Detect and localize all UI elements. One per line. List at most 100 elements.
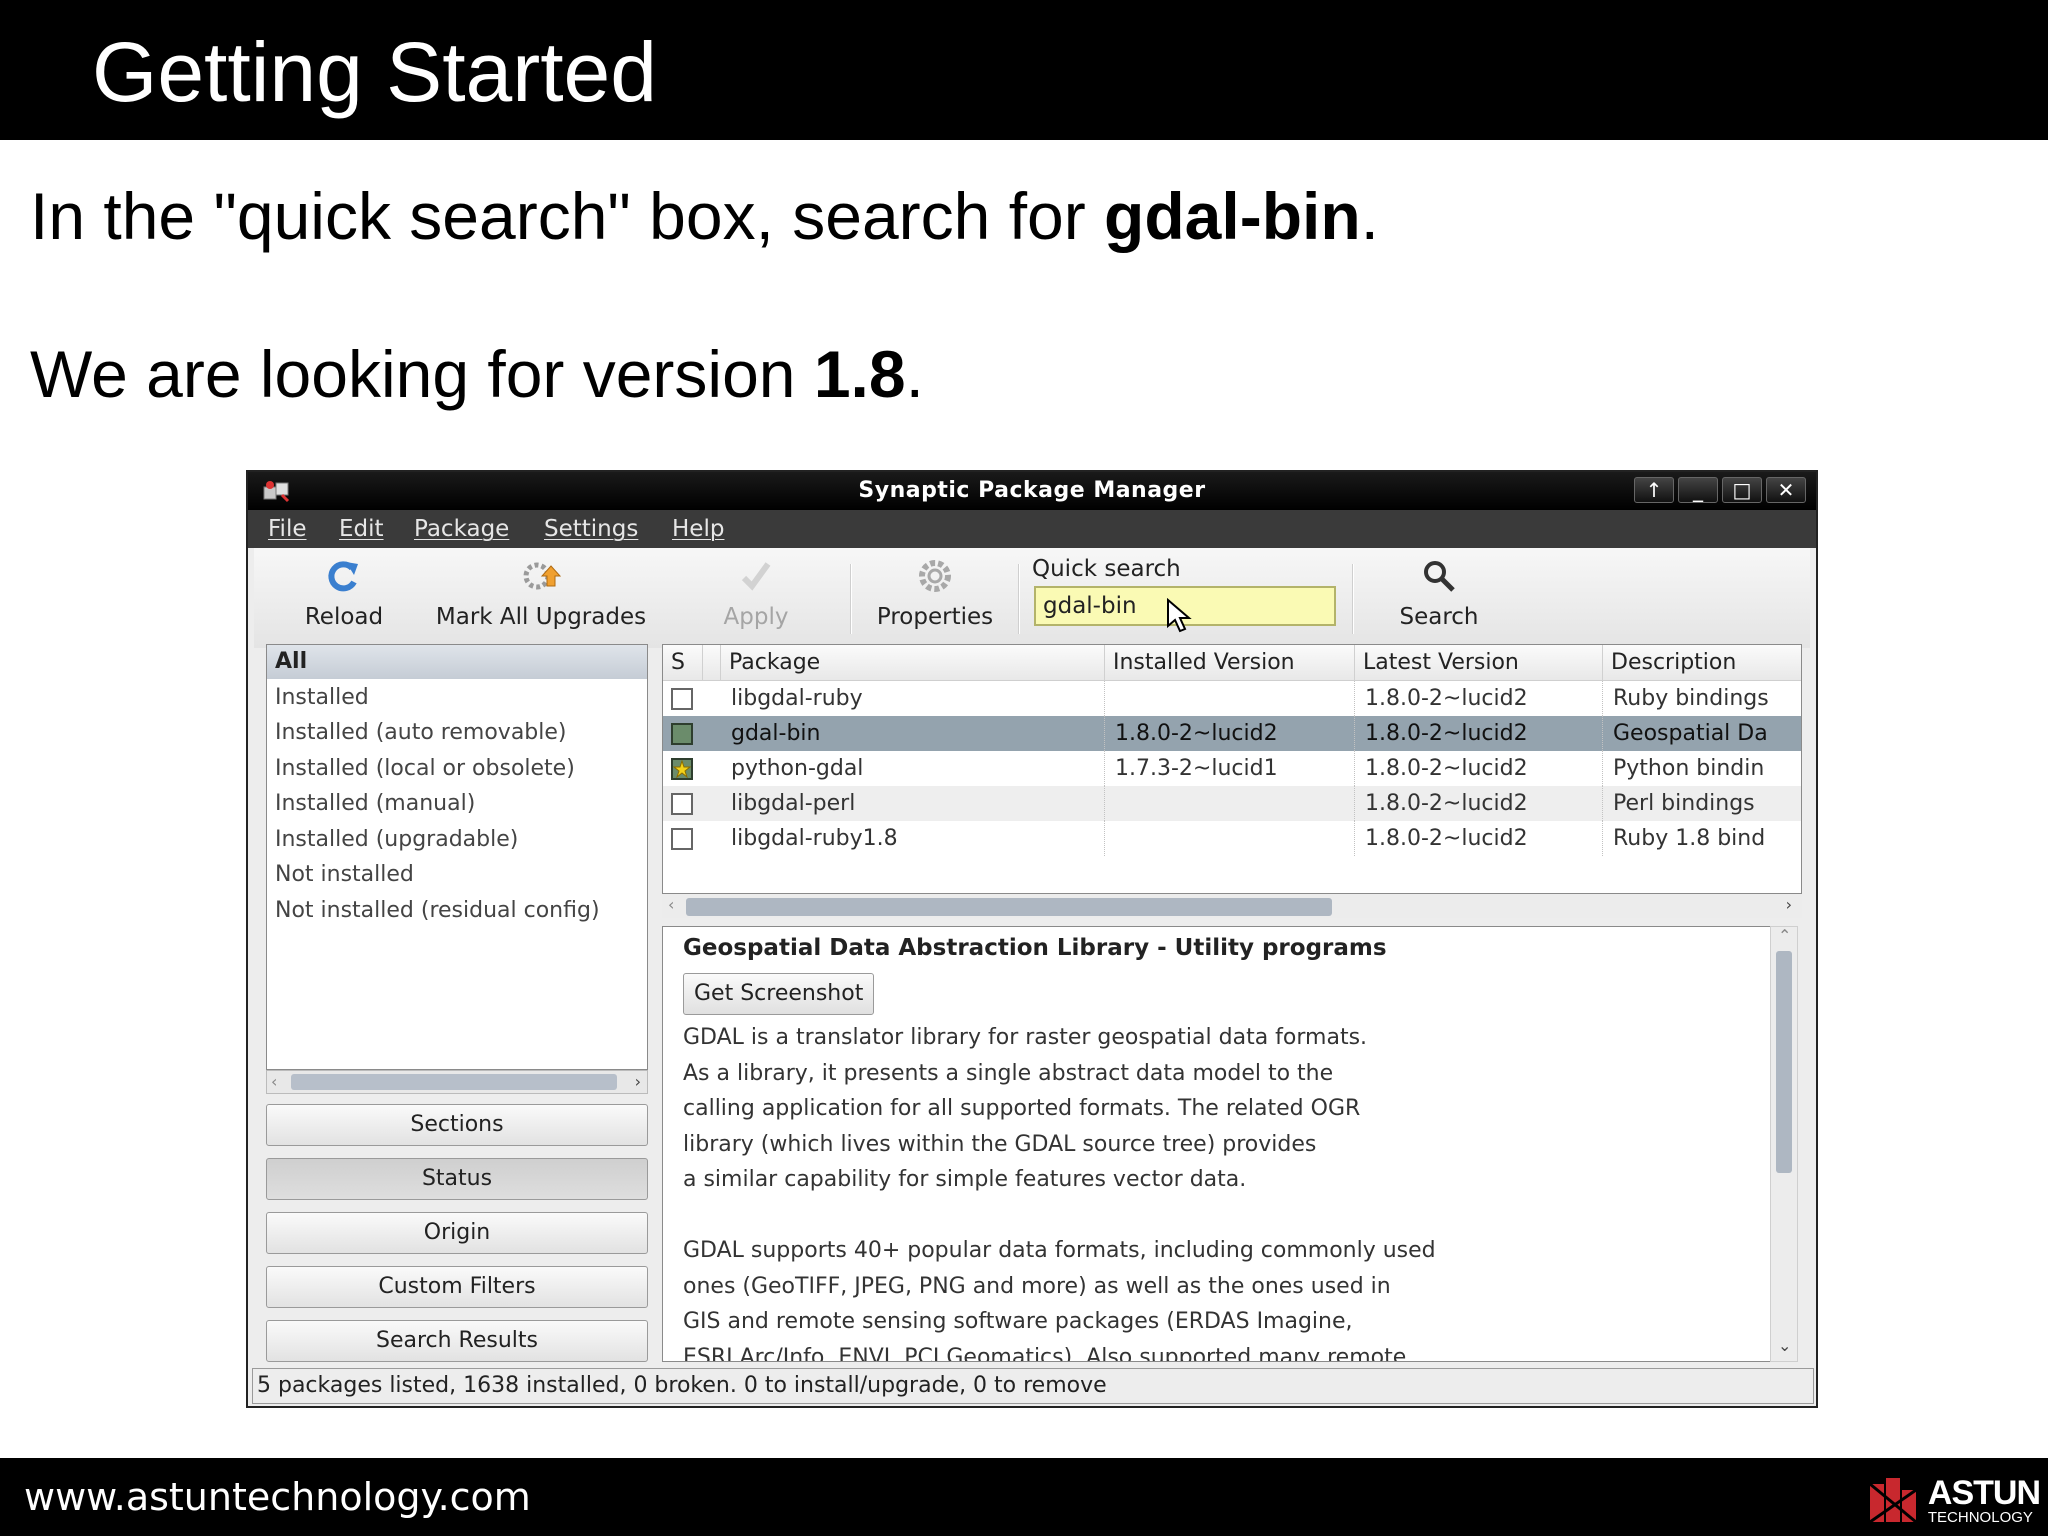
scrollbar-thumb[interactable]	[1776, 951, 1792, 1173]
filter-item-installed-manual[interactable]: Installed (manual)	[267, 787, 647, 821]
filter-item-installed[interactable]: Installed	[267, 681, 647, 715]
toolbar-separator	[850, 564, 852, 634]
description-line: GDAL is a translator library for raster …	[683, 1025, 1368, 1050]
instruction-punct: .	[905, 337, 924, 411]
table-row[interactable]: python-gdal 1.7.3-2~lucid1 1.8.0-2~lucid…	[663, 751, 1801, 786]
instruction-line-1: In the "quick search" box, search for gd…	[30, 176, 1379, 256]
menubar: File Edit Package Settings Help	[248, 510, 1816, 548]
latest-version: 1.8.0-2~lucid2	[1355, 751, 1603, 786]
installed-version: 1.7.3-2~lucid1	[1105, 751, 1355, 786]
custom-filters-button[interactable]: Custom Filters	[266, 1266, 648, 1308]
get-screenshot-button[interactable]: Get Screenshot	[683, 973, 875, 1015]
scroll-right-icon[interactable]: ›	[1786, 894, 1792, 916]
table-row[interactable]: libgdal-ruby 1.8.0-2~lucid2 Ruby binding…	[663, 681, 1801, 716]
slide-header: Getting Started	[0, 0, 2048, 140]
description-line: ones (GeoTIFF, JPEG, PNG and more) as we…	[683, 1274, 1391, 1299]
column-status[interactable]: S	[663, 645, 703, 681]
description-line: ESRI Arc/Info, ENVI, PCI Geomatics). Als…	[683, 1345, 1407, 1362]
filter-item-installed-upgradable[interactable]: Installed (upgradable)	[267, 823, 647, 857]
scroll-left-icon[interactable]: ‹	[668, 894, 674, 916]
package-checkbox[interactable]	[671, 758, 693, 780]
column-description[interactable]: Description	[1603, 645, 1801, 681]
instruction-line-2: We are looking for version 1.8.	[30, 334, 924, 414]
instruction-bold: 1.8	[813, 337, 906, 411]
instruction-punct: .	[1360, 179, 1380, 253]
upgradable-star-icon	[673, 760, 691, 778]
footer-url[interactable]: www.astuntechnology.com	[24, 1472, 531, 1522]
menu-settings[interactable]: Settings	[544, 514, 638, 544]
column-installed-version[interactable]: Installed Version	[1105, 645, 1355, 681]
logo-wordmark: ASTUN	[1927, 1473, 2041, 1512]
menu-help[interactable]: Help	[672, 514, 724, 544]
window-titlebar[interactable]: Synaptic Package Manager ↑ _ □ ✕	[248, 472, 1816, 510]
scrollbar-thumb[interactable]	[291, 1074, 617, 1090]
table-row[interactable]: gdal-bin 1.8.0-2~lucid2 1.8.0-2~lucid2 G…	[663, 716, 1801, 751]
description-line: GDAL supports 40+ popular data formats, …	[683, 1238, 1436, 1263]
details-scrollbar[interactable]: ⌃ ⌄	[1770, 926, 1798, 1362]
column-latest-version[interactable]: Latest Version	[1355, 645, 1603, 681]
reload-button[interactable]: Reload	[294, 556, 394, 632]
toolbar: Reload Mark All Upgrades Apply Propertie…	[254, 548, 1810, 648]
menu-file[interactable]: File	[268, 514, 307, 544]
maximize-button[interactable]: □	[1722, 477, 1762, 503]
filter-item-not-installed[interactable]: Not installed	[267, 858, 647, 892]
mark-all-upgrades-button[interactable]: Mark All Upgrades	[434, 556, 648, 632]
apply-button[interactable]: Apply	[716, 556, 796, 632]
instruction-bold: gdal-bin	[1104, 179, 1361, 253]
menu-package[interactable]: Package	[414, 514, 509, 544]
scroll-right-icon[interactable]: ›	[635, 1071, 641, 1093]
latest-version: 1.8.0-2~lucid2	[1355, 786, 1603, 821]
package-checkbox[interactable]	[671, 723, 693, 745]
description-line: library (which lives within the GDAL sou…	[683, 1132, 1317, 1157]
mark-all-label: Mark All Upgrades	[435, 604, 647, 630]
filter-item-installed-local-obsolete[interactable]: Installed (local or obsolete)	[267, 752, 647, 786]
sections-button[interactable]: Sections	[266, 1104, 648, 1146]
search-button[interactable]: Search	[1384, 556, 1494, 632]
checkmark-icon	[741, 562, 771, 591]
status-bar: 5 packages listed, 1638 installed, 0 bro…	[252, 1368, 1814, 1404]
package-table-scrollbar[interactable]: ‹ ›	[662, 894, 1802, 918]
status-button[interactable]: Status	[266, 1158, 648, 1200]
table-row[interactable]: libgdal-ruby1.8 1.8.0-2~lucid2 Ruby 1.8 …	[663, 821, 1801, 856]
filter-item-installed-auto-removable[interactable]: Installed (auto removable)	[267, 716, 647, 750]
package-description: Python bindin	[1613, 756, 1765, 781]
menu-edit[interactable]: Edit	[339, 514, 384, 544]
filter-list-scrollbar[interactable]: ‹ ›	[266, 1070, 648, 1094]
package-table: S Package Installed Version Latest Versi…	[662, 644, 1802, 894]
keep-above-button[interactable]: ↑	[1634, 477, 1674, 503]
latest-version: 1.8.0-2~lucid2	[1355, 716, 1603, 751]
properties-label: Properties	[876, 604, 994, 630]
description-line: GIS and remote sensing software packages…	[683, 1309, 1353, 1334]
filter-item-not-installed-residual[interactable]: Not installed (residual config)	[267, 894, 647, 928]
close-button[interactable]: ✕	[1766, 477, 1806, 503]
slide-title: Getting Started	[92, 25, 657, 119]
latest-version: 1.8.0-2~lucid2	[1355, 821, 1603, 856]
logo-tagline: TECHNOLOGY	[1927, 1508, 2033, 1526]
package-name: gdal-bin	[721, 716, 1105, 751]
package-checkbox[interactable]	[671, 793, 693, 815]
gear-icon	[919, 560, 951, 592]
origin-button[interactable]: Origin	[266, 1212, 648, 1254]
search-label: Search	[1399, 604, 1479, 630]
package-description: Geospatial Da	[1613, 721, 1768, 746]
installed-version: 1.8.0-2~lucid2	[1105, 716, 1355, 751]
filter-list: All Installed Installed (auto removable)…	[266, 644, 648, 1070]
latest-version: 1.8.0-2~lucid2	[1355, 681, 1603, 716]
table-row[interactable]: libgdal-perl 1.8.0-2~lucid2 Perl binding…	[663, 786, 1801, 821]
scroll-left-icon[interactable]: ‹	[271, 1071, 277, 1093]
scroll-down-icon[interactable]: ⌄	[1778, 1335, 1791, 1357]
description-line: As a library, it presents a single abstr…	[683, 1061, 1334, 1086]
scroll-up-icon[interactable]: ⌃	[1778, 925, 1791, 947]
search-results-button[interactable]: Search Results	[266, 1320, 648, 1362]
properties-button[interactable]: Properties	[870, 556, 1000, 632]
package-checkbox[interactable]	[671, 688, 693, 710]
astun-logo-icon	[1868, 1478, 1917, 1524]
installed-version	[1105, 821, 1355, 856]
column-package[interactable]: Package	[721, 645, 1105, 681]
filter-item-all[interactable]: All	[267, 645, 647, 679]
scrollbar-thumb[interactable]	[686, 898, 1332, 916]
column-support[interactable]	[703, 645, 721, 681]
package-checkbox[interactable]	[671, 828, 693, 850]
minimize-button[interactable]: _	[1678, 477, 1718, 503]
instruction-text: We are looking for version	[30, 337, 814, 411]
